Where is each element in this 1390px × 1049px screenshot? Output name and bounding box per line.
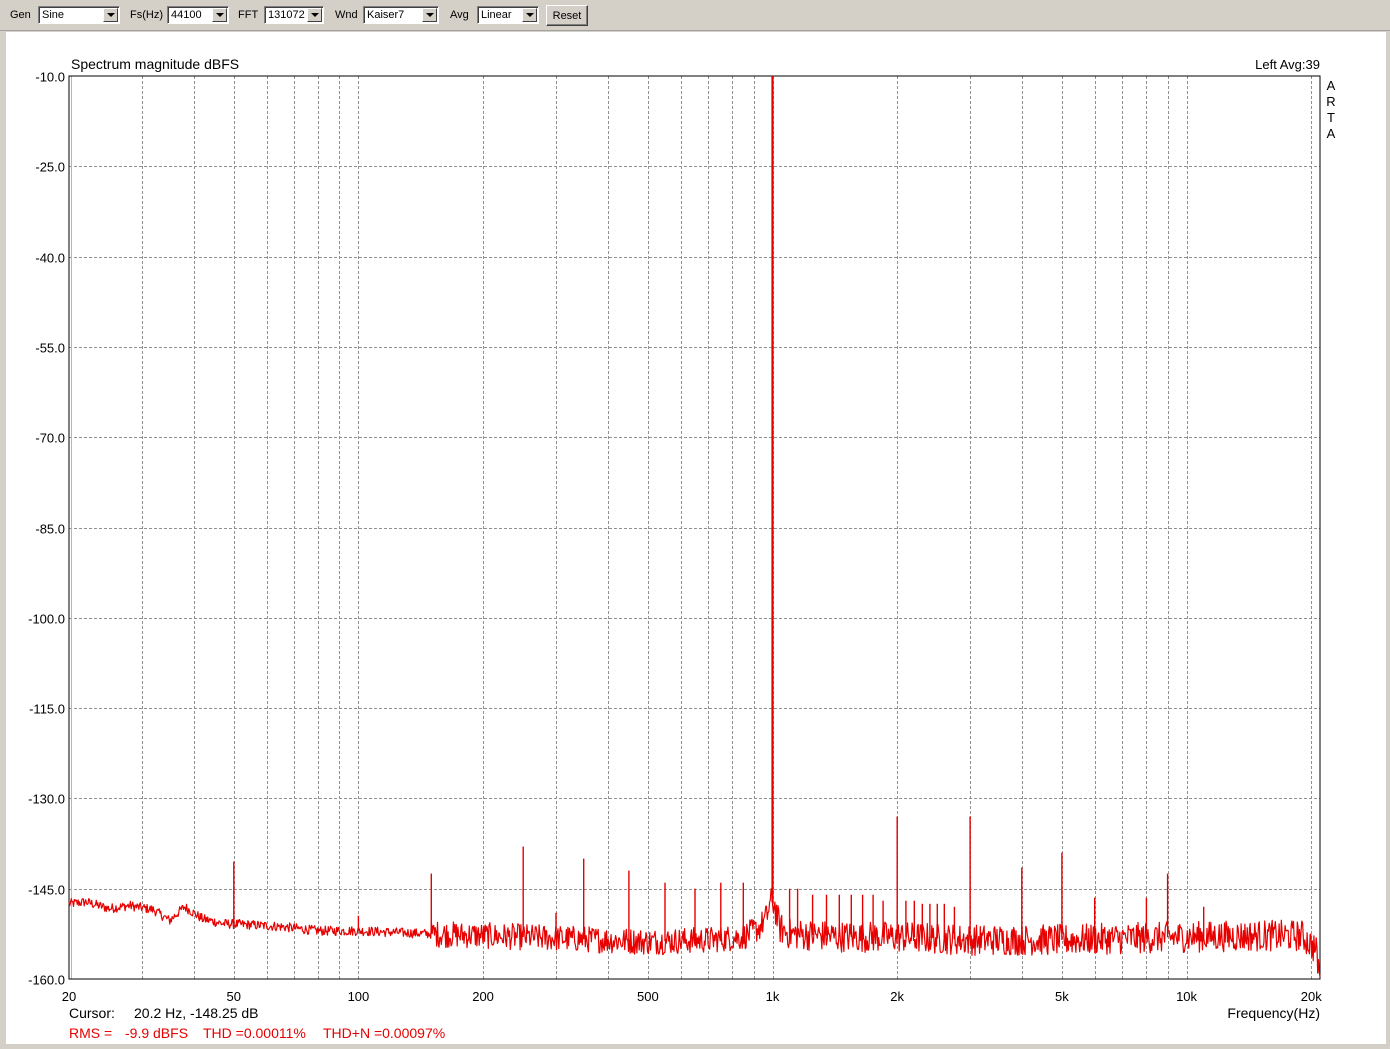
y-tick-label: -70.0	[35, 431, 65, 446]
wnd-select-value: Kaiser7	[367, 9, 405, 21]
thdn-value: THD+N =0.00097%	[323, 1025, 445, 1041]
wnd-label: Wnd	[335, 9, 358, 21]
wnd-select[interactable]: Kaiser7	[363, 6, 439, 24]
y-tick-label: -40.0	[35, 251, 65, 266]
x-axis-ticks: 20 50 100 200 500 1k 2k 5k 10k 20k	[62, 989, 1322, 1004]
y-tick-label: -25.0	[35, 160, 65, 175]
cursor-readout: 20.2 Hz, -148.25 dB	[134, 1005, 259, 1021]
x-axis-label: Frequency(Hz)	[1227, 1005, 1320, 1021]
gen-label: Gen	[10, 9, 31, 21]
arta-letter: T	[1327, 110, 1335, 125]
toolbar: Gen Sine Fs(Hz) 44100 FFT 131072 Wnd Kai…	[0, 0, 1390, 31]
x-tick-label: 5k	[1055, 989, 1069, 1004]
x-tick-label: 500	[637, 989, 659, 1004]
arta-letter: R	[1326, 94, 1335, 109]
y-tick-label: -145.0	[28, 883, 65, 898]
fs-label: Fs(Hz)	[130, 9, 163, 21]
chart-title: Spectrum magnitude dBFS	[71, 56, 239, 72]
fft-label: FFT	[238, 9, 259, 21]
reset-button[interactable]: Reset	[546, 5, 588, 26]
fft-select[interactable]: 131072	[264, 6, 324, 24]
x-tick-label: 10k	[1176, 989, 1197, 1004]
y-tick-label: -10.0	[35, 70, 65, 85]
x-tick-label: 1k	[766, 989, 780, 1004]
chevron-down-icon[interactable]	[103, 8, 118, 22]
gen-select[interactable]: Sine	[38, 6, 120, 24]
peaks	[233, 76, 1205, 942]
plot-frame	[68, 75, 1321, 980]
spectrum-panel[interactable]: -10.0 -25.0 -40.0 -55.0 -70.0 -85.0 -100.0 -115…	[6, 32, 1386, 1044]
x-tick-label: 200	[472, 989, 494, 1004]
y-tick-label: -130.0	[28, 792, 65, 807]
chevron-down-icon[interactable]	[212, 8, 227, 22]
avg-select-value: Linear	[481, 9, 512, 21]
x-tick-label: 20k	[1301, 989, 1322, 1004]
fs-select[interactable]: 44100	[167, 6, 229, 24]
chevron-down-icon[interactable]	[307, 8, 322, 22]
x-tick-label: 50	[227, 989, 241, 1004]
x-tick-label: 100	[348, 989, 370, 1004]
chevron-down-icon[interactable]	[422, 8, 437, 22]
chevron-down-icon[interactable]	[522, 8, 537, 22]
spectrum-chart[interactable]: -10.0 -25.0 -40.0 -55.0 -70.0 -85.0 -100.0 -115…	[6, 32, 1386, 1044]
x-tick-label: 20	[62, 989, 76, 1004]
fft-select-value: 131072	[268, 9, 305, 21]
x-tick-label: 2k	[890, 989, 904, 1004]
y-tick-label: -55.0	[35, 341, 65, 356]
y-tick-label: -160.0	[28, 973, 65, 988]
cursor-label: Cursor:	[69, 1005, 115, 1021]
grid	[69, 76, 1320, 979]
channel-avg-label: Left Avg:39	[1255, 57, 1320, 72]
avg-select[interactable]: Linear	[477, 6, 539, 24]
rms-label: RMS =	[69, 1025, 112, 1041]
thd-value: THD =0.00011%	[203, 1025, 306, 1041]
rms-value: -9.9 dBFS	[125, 1025, 188, 1041]
y-tick-label: -115.0	[29, 702, 65, 717]
avg-label: Avg	[450, 9, 469, 21]
y-tick-label: -85.0	[35, 522, 65, 537]
arta-watermark: A R T A	[1326, 78, 1335, 141]
gen-select-value: Sine	[42, 9, 65, 21]
fs-select-value: 44100	[171, 9, 202, 21]
y-axis-ticks: -10.0 -25.0 -40.0 -55.0 -70.0 -85.0 -100.0 -115…	[28, 70, 65, 988]
arta-letter: A	[1327, 78, 1336, 93]
arta-letter: A	[1327, 126, 1336, 141]
y-tick-label: -100.0	[28, 612, 65, 627]
